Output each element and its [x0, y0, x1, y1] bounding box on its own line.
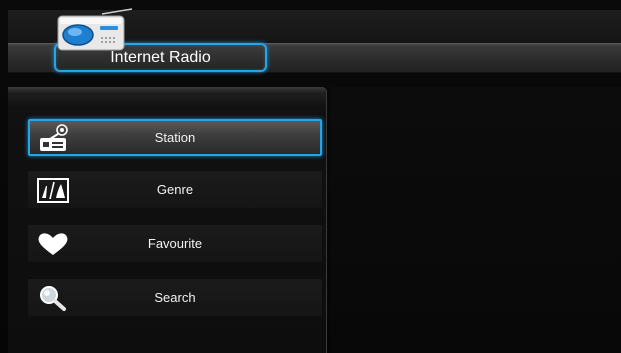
menu-item-genre[interactable]: Genre: [28, 171, 322, 208]
menu-item-label: Station: [154, 130, 196, 145]
menu-item-label: Search: [154, 290, 196, 305]
menu-item-label: Genre: [156, 182, 194, 197]
menu-item-favourite[interactable]: Favourite: [28, 225, 322, 262]
screen: Internet Radio Station Genre Favourite S…: [0, 0, 621, 353]
menu-panel-top: [8, 87, 326, 94]
preview-area: [330, 87, 621, 353]
menu-item-search[interactable]: Search: [28, 279, 322, 316]
menu-item-label: Favourite: [147, 236, 203, 251]
menu-item-station[interactable]: Station: [28, 119, 322, 156]
radio-icon: [57, 8, 133, 51]
